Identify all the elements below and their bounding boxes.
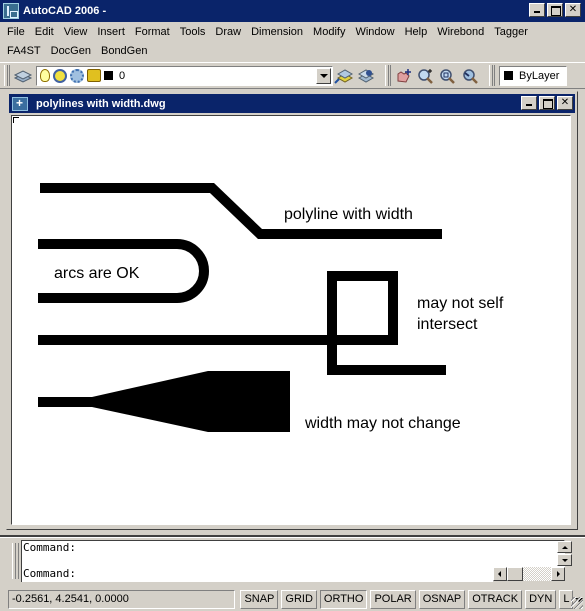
drawing-canvas[interactable]: polyline with width arcs are OK may not … <box>11 115 571 525</box>
color-swatch <box>504 71 513 80</box>
maximize-button[interactable] <box>547 3 563 17</box>
self-intersecting-polyline[interactable] <box>38 271 446 375</box>
layer-previous-icon[interactable] <box>355 65 377 87</box>
grid-toggle[interactable]: GRID <box>281 589 317 609</box>
menu-format[interactable]: Format <box>130 26 175 38</box>
menu-bar: File Edit View Insert Format Tools Draw … <box>0 22 585 62</box>
toolbar-grip-3[interactable] <box>489 65 495 86</box>
make-object-layer-current-icon[interactable] <box>333 65 355 87</box>
zoom-window-icon[interactable] <box>437 65 459 87</box>
ortho-toggle[interactable]: ORTHO <box>319 589 368 609</box>
dyn-toggle[interactable]: DYN <box>525 589 557 609</box>
close-button[interactable]: ✕ <box>565 3 581 17</box>
autocad-app-icon[interactable] <box>3 3 19 19</box>
toolbar-grip-2[interactable] <box>385 65 391 86</box>
menu-insert[interactable]: Insert <box>92 26 130 38</box>
command-horizontal-scrollbar[interactable] <box>493 567 565 582</box>
menu-tools[interactable]: Tools <box>175 26 211 38</box>
command-prompt: Command: <box>23 567 76 580</box>
tapered-polyline-segment[interactable] <box>92 371 290 432</box>
menu-bondgen[interactable]: BondGen <box>96 45 152 57</box>
menu-modify[interactable]: Modify <box>308 26 350 38</box>
command-scroll-down-button[interactable] <box>557 554 572 566</box>
scroll-track[interactable] <box>523 567 551 581</box>
scroll-thumb[interactable] <box>507 567 523 581</box>
minimize-button[interactable] <box>529 3 545 17</box>
menu-file[interactable]: File <box>2 26 30 38</box>
layer-dropdown-arrow[interactable] <box>316 67 331 84</box>
drawing-icon[interactable] <box>12 96 28 111</box>
scroll-left-button[interactable] <box>493 567 507 581</box>
drawing-title-bar: polylines with width.dwg ✕ <box>9 94 575 113</box>
menu-window[interactable]: Window <box>350 26 399 38</box>
coordinate-display[interactable]: -0.2561, 4.2541, 0.0000 <box>8 589 236 609</box>
menu-edit[interactable]: Edit <box>30 26 59 38</box>
label-width-change: width may not change <box>304 415 461 432</box>
zoom-previous-icon[interactable] <box>459 65 481 87</box>
menu-row-2: FA4ST DocGen BondGen <box>0 41 585 60</box>
menu-tagger[interactable]: Tagger <box>489 26 533 38</box>
layer-lock-icon[interactable] <box>87 69 101 82</box>
menu-docgen[interactable]: DocGen <box>46 45 96 57</box>
drawing-svg: polyline with width arcs are OK may not … <box>38 183 504 432</box>
otrack-toggle[interactable]: OTRACK <box>468 589 523 609</box>
layer-dropdown[interactable]: 0 <box>36 65 333 86</box>
snap-toggle[interactable]: SNAP <box>240 589 279 609</box>
zoom-realtime-icon[interactable] <box>415 65 437 87</box>
layer-freeze-viewport-icon[interactable] <box>70 68 84 83</box>
menu-help[interactable]: Help <box>400 26 433 38</box>
app-title-bar: AutoCAD 2006 - ✕ <box>0 0 585 22</box>
command-line-window: Command: Command: <box>8 539 578 585</box>
drawing-close-button[interactable]: ✕ <box>557 96 573 110</box>
osnap-toggle[interactable]: OSNAP <box>418 589 466 609</box>
splitter[interactable] <box>0 535 585 538</box>
app-title: AutoCAD 2006 - <box>23 5 107 17</box>
resize-grip[interactable] <box>571 597 583 609</box>
menu-fa4st[interactable]: FA4ST <box>2 45 46 57</box>
color-control-dropdown[interactable]: ByLayer <box>499 65 567 86</box>
menu-wirebond[interactable]: Wirebond <box>432 26 489 38</box>
layer-name: 0 <box>119 69 126 82</box>
command-history: Command: <box>21 540 565 568</box>
layer-on-icon[interactable] <box>40 69 50 82</box>
layer-color-swatch <box>104 71 113 80</box>
drawing-window: polylines with width.dwg ✕ polyline with… <box>6 91 578 530</box>
layers-toolbar: 0 ByLayer <box>0 62 585 89</box>
label-self-intersect-2: intersect <box>417 316 478 333</box>
menu-row-1: File Edit View Insert Format Tools Draw … <box>0 22 585 41</box>
label-arcs-ok: arcs are OK <box>54 265 140 282</box>
drawing-minimize-button[interactable] <box>521 96 537 110</box>
polar-toggle[interactable]: POLAR <box>370 589 416 609</box>
scroll-right-button[interactable] <box>551 567 565 581</box>
command-input[interactable]: Command: <box>21 567 493 582</box>
color-value: ByLayer <box>519 69 560 82</box>
layer-manager-icon[interactable] <box>12 65 34 87</box>
status-bar: -0.2561, 4.2541, 0.0000 SNAP GRID ORTHO … <box>0 587 585 611</box>
drawing-title: polylines with width.dwg <box>36 97 166 110</box>
layer-thaw-icon[interactable] <box>53 68 67 83</box>
menu-view[interactable]: View <box>59 26 93 38</box>
label-self-intersect-1: may not self <box>417 295 504 312</box>
command-line-grip[interactable] <box>12 543 19 579</box>
toolbar-grip[interactable] <box>4 65 10 86</box>
drawing-maximize-button[interactable] <box>539 96 555 110</box>
pan-realtime-icon[interactable] <box>393 65 415 87</box>
label-polyline-with-width: polyline with width <box>284 206 413 223</box>
command-history-line: Command: <box>23 541 76 554</box>
command-scroll-up-button[interactable] <box>557 541 572 553</box>
menu-draw[interactable]: Draw <box>210 26 246 38</box>
menu-dimension[interactable]: Dimension <box>246 26 308 38</box>
